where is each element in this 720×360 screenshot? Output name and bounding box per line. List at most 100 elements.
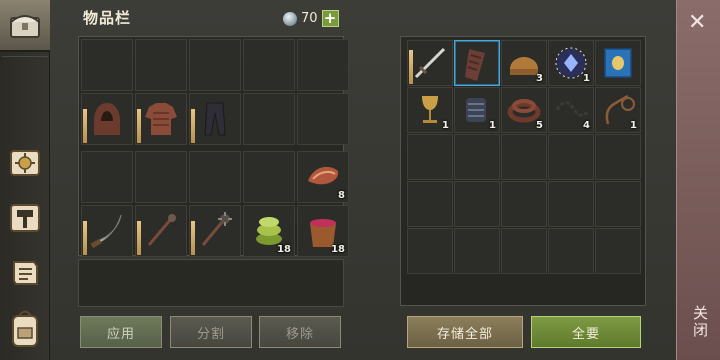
book-icon xyxy=(604,48,632,78)
inventory-slot[interactable] xyxy=(189,151,241,203)
durability-bar xyxy=(83,221,87,255)
inventory-slot[interactable] xyxy=(243,151,295,203)
split-button[interactable]: 分割 xyxy=(170,316,252,348)
storage-slot[interactable]: 1 xyxy=(454,87,500,133)
sidebar-tab-journal[interactable] xyxy=(4,252,46,294)
storage-slot[interactable] xyxy=(407,134,453,180)
item-quantity: 4 xyxy=(583,120,590,131)
storage-slot[interactable]: 1 xyxy=(595,87,641,133)
scroll-icon xyxy=(13,261,38,285)
storage-slot[interactable] xyxy=(595,228,641,274)
sidebar-tab-crafting[interactable] xyxy=(4,197,46,239)
item-quantity: 3 xyxy=(536,73,543,84)
storage-slot[interactable] xyxy=(407,181,453,227)
rolled-leather-icon xyxy=(465,49,485,81)
sword-icon xyxy=(414,47,446,79)
storage-slot[interactable]: 1 xyxy=(407,87,453,133)
storage-slot[interactable] xyxy=(454,134,500,180)
durability-bar xyxy=(191,109,195,143)
apply-button[interactable]: 应用 xyxy=(80,316,162,348)
equipment-slot[interactable] xyxy=(135,39,187,91)
add-coins-button[interactable]: + xyxy=(321,10,339,27)
storage-slot[interactable] xyxy=(407,228,453,274)
chest-icon xyxy=(10,15,40,38)
inventory-slot[interactable] xyxy=(135,151,187,203)
storage-slot[interactable] xyxy=(501,134,547,180)
durability-bar xyxy=(409,50,413,84)
inventory-slot[interactable]: 8 xyxy=(297,151,349,203)
left-sidebar xyxy=(0,0,50,360)
equipment-slot[interactable] xyxy=(243,39,295,91)
equipment-slot[interactable] xyxy=(297,39,349,91)
durability-bar xyxy=(83,109,87,143)
backpack-icon xyxy=(12,310,38,347)
close-label: 关闭 xyxy=(691,305,709,339)
shirt-icon xyxy=(145,103,177,135)
durability-bar xyxy=(137,221,141,255)
storage-slot[interactable] xyxy=(501,181,547,227)
take-all-button[interactable]: 全要 xyxy=(531,316,641,348)
storage-slot[interactable] xyxy=(454,181,500,227)
item-quantity: 1 xyxy=(442,120,449,131)
sidebar-divider xyxy=(2,56,48,57)
storage-slot[interactable] xyxy=(595,40,641,86)
meat-icon xyxy=(308,166,339,185)
durability-bar xyxy=(137,109,141,143)
storage-slot[interactable] xyxy=(454,228,500,274)
item-quantity: 18 xyxy=(277,244,291,255)
inventory-slot[interactable] xyxy=(135,205,187,257)
item-quantity: 1 xyxy=(583,73,590,84)
equipment-slot[interactable] xyxy=(81,39,133,91)
inventory-extra-row xyxy=(78,259,344,307)
inventory-slot[interactable] xyxy=(189,205,241,257)
mace-icon xyxy=(147,214,176,246)
storage-slot[interactable]: 5 xyxy=(501,87,547,133)
storage-slot[interactable] xyxy=(595,181,641,227)
equipment-slot[interactable] xyxy=(297,93,349,145)
close-panel[interactable]: ✕ 关闭 xyxy=(676,0,720,360)
equipment-slot[interactable] xyxy=(189,93,241,145)
storage-slot[interactable]: 1 xyxy=(548,40,594,86)
sidebar-tab-quests[interactable] xyxy=(4,142,46,184)
storage-slot[interactable] xyxy=(595,134,641,180)
hood-icon xyxy=(94,103,120,135)
equipment-slot[interactable] xyxy=(243,93,295,145)
inventory-slot[interactable] xyxy=(81,151,133,203)
item-quantity: 1 xyxy=(630,120,637,131)
equipment-slot[interactable] xyxy=(81,93,133,145)
item-quantity: 18 xyxy=(331,244,345,255)
equipment-grid xyxy=(81,39,349,145)
storage-slot[interactable] xyxy=(548,228,594,274)
equipment-slot[interactable] xyxy=(189,39,241,91)
sidebar-tab-inventory[interactable] xyxy=(0,0,50,52)
storage-slot[interactable]: 3 xyxy=(501,40,547,86)
page-title: 物品栏 xyxy=(83,9,132,27)
item-quantity: 5 xyxy=(536,120,543,131)
storage-grid: 3 1 1 1 5 4 1 xyxy=(407,40,641,274)
remove-button[interactable]: 移除 xyxy=(259,316,341,348)
equipment-slot[interactable] xyxy=(135,93,187,145)
storage-slot[interactable] xyxy=(407,40,453,86)
storage-slot[interactable] xyxy=(501,228,547,274)
inventory-grid: 8 18 18 xyxy=(81,151,349,257)
inventory-slot[interactable] xyxy=(81,205,133,257)
inventory-slot[interactable]: 18 xyxy=(243,205,295,257)
spiked-mace-icon xyxy=(201,212,232,246)
item-quantity: 8 xyxy=(338,190,345,201)
coin-icon xyxy=(283,11,297,26)
close-icon[interactable]: ✕ xyxy=(688,10,706,35)
storage-slot[interactable] xyxy=(548,181,594,227)
currency-display: 70 + xyxy=(283,10,339,27)
storage-slot[interactable] xyxy=(548,134,594,180)
inventory-slot[interactable]: 18 xyxy=(297,205,349,257)
durability-bar xyxy=(191,221,195,255)
store-all-button[interactable]: 存储全部 xyxy=(407,316,523,348)
sun-scroll-icon xyxy=(10,150,40,176)
sidebar-tab-character[interactable] xyxy=(4,308,46,350)
storage-slot[interactable]: 4 xyxy=(548,87,594,133)
sickle-icon xyxy=(90,214,122,249)
hammer-icon xyxy=(10,204,40,232)
storage-slot[interactable] xyxy=(454,40,500,86)
item-quantity: 1 xyxy=(489,120,496,131)
coin-count: 70 xyxy=(301,11,318,26)
